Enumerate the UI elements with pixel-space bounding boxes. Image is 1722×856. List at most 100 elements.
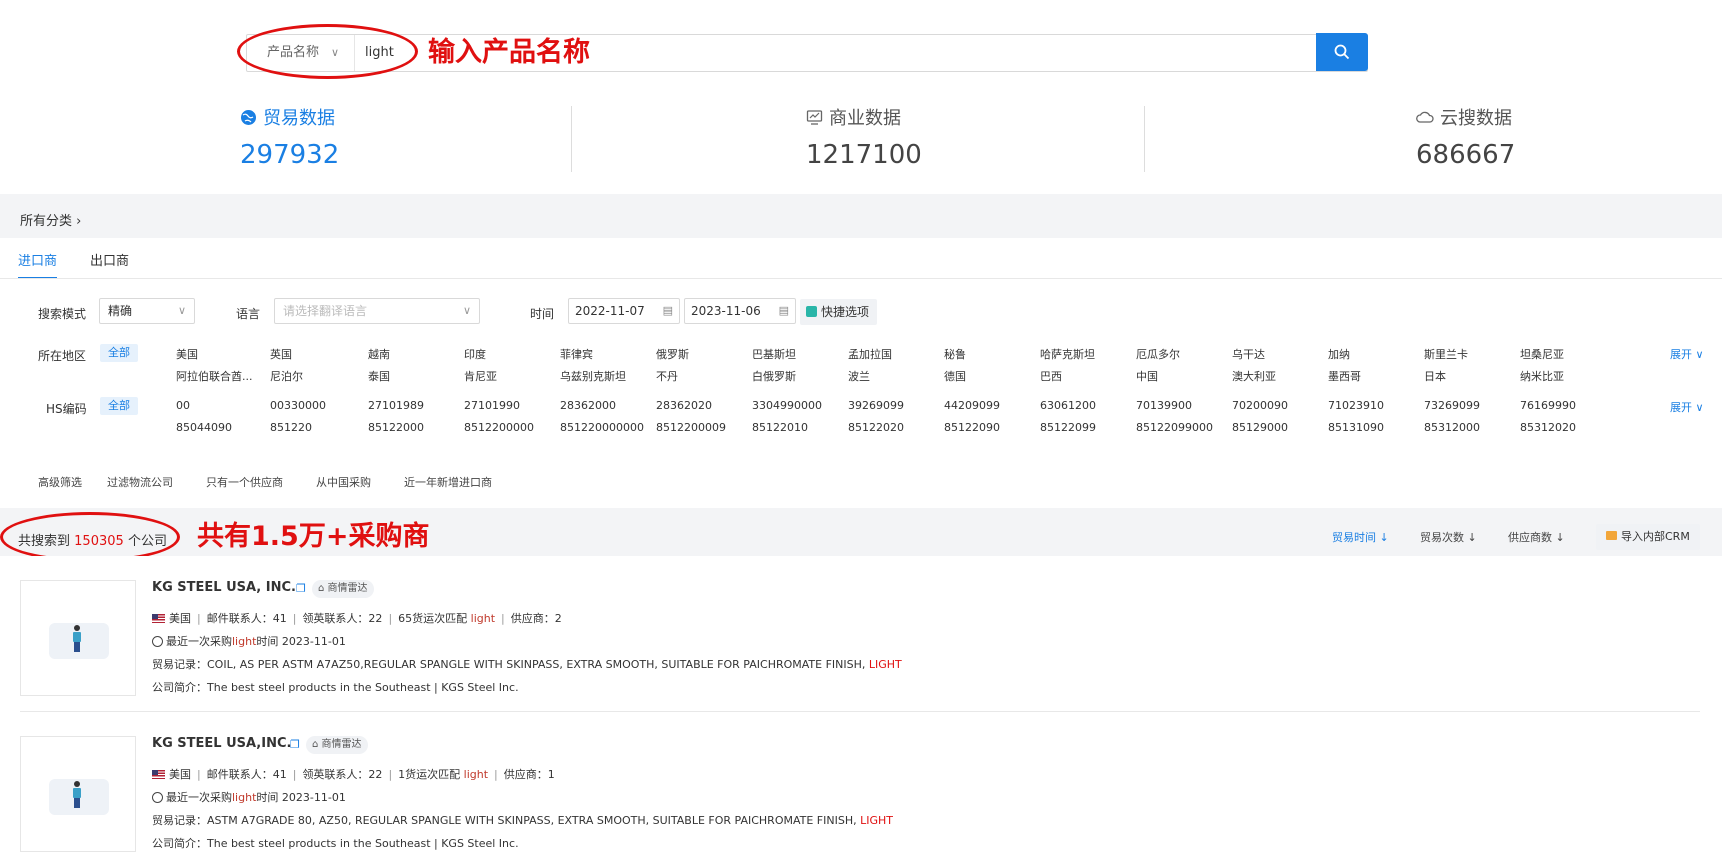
copy-icon[interactable]: ❐ [290,738,300,751]
language-select[interactable]: 请选择翻译语言 ∨ [274,298,480,324]
hs-code-option[interactable]: 71023910 [1328,399,1384,412]
region-option[interactable]: 泰国 [368,368,390,384]
hs-code-option[interactable]: 85122020 [848,421,904,434]
hs-code-option[interactable]: 8512200000 [464,421,534,434]
company-name[interactable]: KG STEEL USA, INC. [152,580,296,595]
company-intro: 公司简介：The best steel products in the Sout… [152,837,519,850]
stat-business-value: 1217100 [806,140,922,170]
region-option[interactable]: 肯尼亚 [464,368,497,384]
region-option[interactable]: 菲律宾 [560,346,593,362]
hs-code-option[interactable]: 85122099000 [1136,421,1213,434]
hs-code-option[interactable]: 73269099 [1424,399,1480,412]
hs-code-option[interactable]: 85131090 [1328,421,1384,434]
trade-record: 贸易记录：ASTM A7GRADE 80, AZ50, REGULAR SPAN… [152,814,893,827]
sort-trade-time[interactable]: 贸易时间 ↓ [1332,529,1389,545]
region-option[interactable]: 加纳 [1328,346,1350,362]
hs-code-option[interactable]: 76169990 [1520,399,1576,412]
hs-code-option[interactable]: 00 [176,399,190,412]
region-option[interactable]: 俄罗斯 [656,346,689,362]
region-option[interactable]: 尼泊尔 [270,368,303,384]
date-from-field[interactable]: 2022-11-07 ▤ [568,298,680,324]
filter-single-supplier[interactable]: 只有一个供应商 [206,474,283,490]
hs-code-option[interactable]: 44209099 [944,399,1000,412]
region-option[interactable]: 不丹 [656,368,678,384]
hs-all-tag[interactable]: 全部 [100,397,138,415]
hs-code-option[interactable]: 3304990000 [752,399,822,412]
region-option[interactable]: 德国 [944,368,966,384]
hs-code-option[interactable]: 28362000 [560,399,616,412]
search-button[interactable] [1316,33,1368,71]
chevron-down-icon: ∨ [462,304,471,317]
hs-code-option[interactable]: 00330000 [270,399,326,412]
breadcrumb[interactable]: 所有分类 › [20,210,81,229]
region-option[interactable]: 哈萨克斯坦 [1040,346,1095,362]
region-option[interactable]: 秘鲁 [944,346,966,362]
company-thumbnail[interactable] [20,580,136,696]
business-radar-tag[interactable]: ⌂ 商情雷达 [312,580,374,598]
region-option[interactable]: 乌兹别克斯坦 [560,368,626,384]
region-option[interactable]: 坦桑尼亚 [1520,346,1564,362]
globe-icon [241,109,256,125]
company-name[interactable]: KG STEEL USA,INC. [152,736,291,751]
hs-code-option[interactable]: 28362020 [656,399,712,412]
filter-logistics[interactable]: 过滤物流公司 [107,474,173,490]
stat-business[interactable]: 商业数据 1217100 [806,104,1106,170]
import-crm-button[interactable]: 导入内部CRM [1596,524,1700,550]
hs-code-option[interactable]: 70200090 [1232,399,1288,412]
region-option[interactable]: 厄瓜多尔 [1136,346,1180,362]
hs-code-option[interactable]: 85122010 [752,421,808,434]
region-option[interactable]: 英国 [270,346,292,362]
region-all-tag[interactable]: 全部 [100,344,138,362]
hs-code-option[interactable]: 39269099 [848,399,904,412]
region-option[interactable]: 斯里兰卡 [1424,346,1468,362]
company-thumbnail[interactable] [20,736,136,852]
region-option[interactable]: 阿拉伯联合酋... [176,368,253,384]
region-option[interactable]: 印度 [464,346,486,362]
region-option[interactable]: 巴西 [1040,368,1062,384]
hs-code-option[interactable]: 851220000000 [560,421,644,434]
result-card: KG STEEL USA,INC. ❐ ⌂ 商情雷达 美国 | 邮件联系人：41 | 领… [0,726,1722,856]
region-option[interactable]: 波兰 [848,368,870,384]
company-stats: 美国 | 邮件联系人：41 | 领英联系人：22 | 65货运次匹配 light | 供应商：2 [152,610,562,626]
filter-new-importers[interactable]: 近一年新增进口商 [404,474,492,490]
region-option[interactable]: 日本 [1424,368,1446,384]
hs-code-option[interactable]: 85312000 [1424,421,1480,434]
hs-code-option[interactable]: 851220 [270,421,312,434]
search-mode-select[interactable]: 精确 ∨ [99,298,195,324]
hs-code-option[interactable]: 70139900 [1136,399,1192,412]
region-option[interactable]: 纳米比亚 [1520,368,1564,384]
stat-cloud[interactable]: 云搜数据 686667 [1416,104,1716,170]
chart-monitor-icon [806,109,823,125]
region-option[interactable]: 孟加拉国 [848,346,892,362]
hs-code-option[interactable]: 63061200 [1040,399,1096,412]
tab-importers[interactable]: 进口商 [18,250,58,279]
region-option[interactable]: 巴基斯坦 [752,346,796,362]
quick-options-button[interactable]: 快捷选项 [800,299,878,325]
region-option[interactable]: 中国 [1136,368,1158,384]
hs-code-option[interactable]: 27101989 [368,399,424,412]
date-to-field[interactable]: 2023-11-06 ▤ [684,298,796,324]
filter-from-china[interactable]: 从中国采购 [316,474,371,490]
hs-code-option[interactable]: 85122090 [944,421,1000,434]
hs-code-option[interactable]: 8512200009 [656,421,726,434]
stat-trade[interactable]: 贸易数据 297932 [240,104,540,170]
region-option[interactable]: 美国 [176,346,198,362]
region-option[interactable]: 越南 [368,346,390,362]
hs-expand-button[interactable]: 展开 ∨ [1670,399,1704,415]
hs-code-option[interactable]: 85129000 [1232,421,1288,434]
region-option[interactable]: 乌干达 [1232,346,1265,362]
hs-code-option[interactable]: 85122099 [1040,421,1096,434]
sort-supplier-count[interactable]: 供应商数 ↓ [1508,529,1565,545]
hs-code-option[interactable]: 27101990 [464,399,520,412]
business-radar-tag[interactable]: ⌂ 商情雷达 [306,736,368,754]
region-option[interactable]: 墨西哥 [1328,368,1361,384]
hs-code-option[interactable]: 85044090 [176,421,232,434]
copy-icon[interactable]: ❐ [296,582,306,595]
region-option[interactable]: 白俄罗斯 [752,368,796,384]
tab-exporters[interactable]: 出口商 [90,250,129,277]
region-option[interactable]: 澳大利亚 [1232,368,1276,384]
sort-trade-count[interactable]: 贸易次数 ↓ [1420,529,1477,545]
region-expand-button[interactable]: 展开 ∨ [1670,346,1704,362]
hs-code-option[interactable]: 85122000 [368,421,424,434]
hs-code-option[interactable]: 85312020 [1520,421,1576,434]
